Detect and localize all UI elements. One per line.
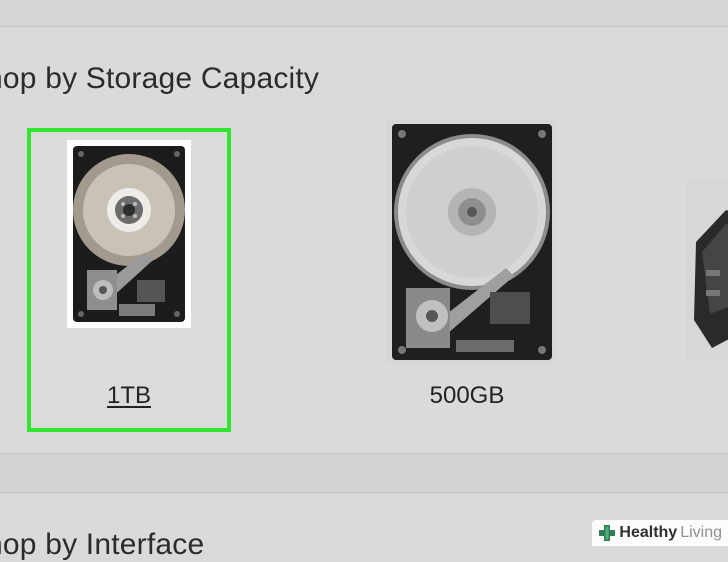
capacity-label-500gb[interactable]: 500GB [369,382,565,410]
hard-drive-image-500gb[interactable] [386,120,556,364]
plus-cross-icon [599,525,616,541]
hard-drive-image-partial[interactable] [686,180,728,360]
watermark-brand-bold: Healthy [619,524,678,541]
hard-drive-image-1tb[interactable] [67,140,191,328]
panel-separator [0,454,728,493]
capacity-link-1tb[interactable]: 1TB [31,382,227,410]
interface-heading: hop by Interface [0,528,205,561]
healthy-living-watermark: Healthy Living [592,520,728,546]
storage-capacity-heading: hop by Storage Capacity [0,62,320,95]
watermark-brand-light: Living [680,524,722,541]
product-card-500gb[interactable]: 500GB [365,120,569,432]
product-card-1tb[interactable]: 1TB [27,128,231,432]
top-panel-edge [0,0,728,27]
product-card-partial[interactable] [682,128,728,432]
